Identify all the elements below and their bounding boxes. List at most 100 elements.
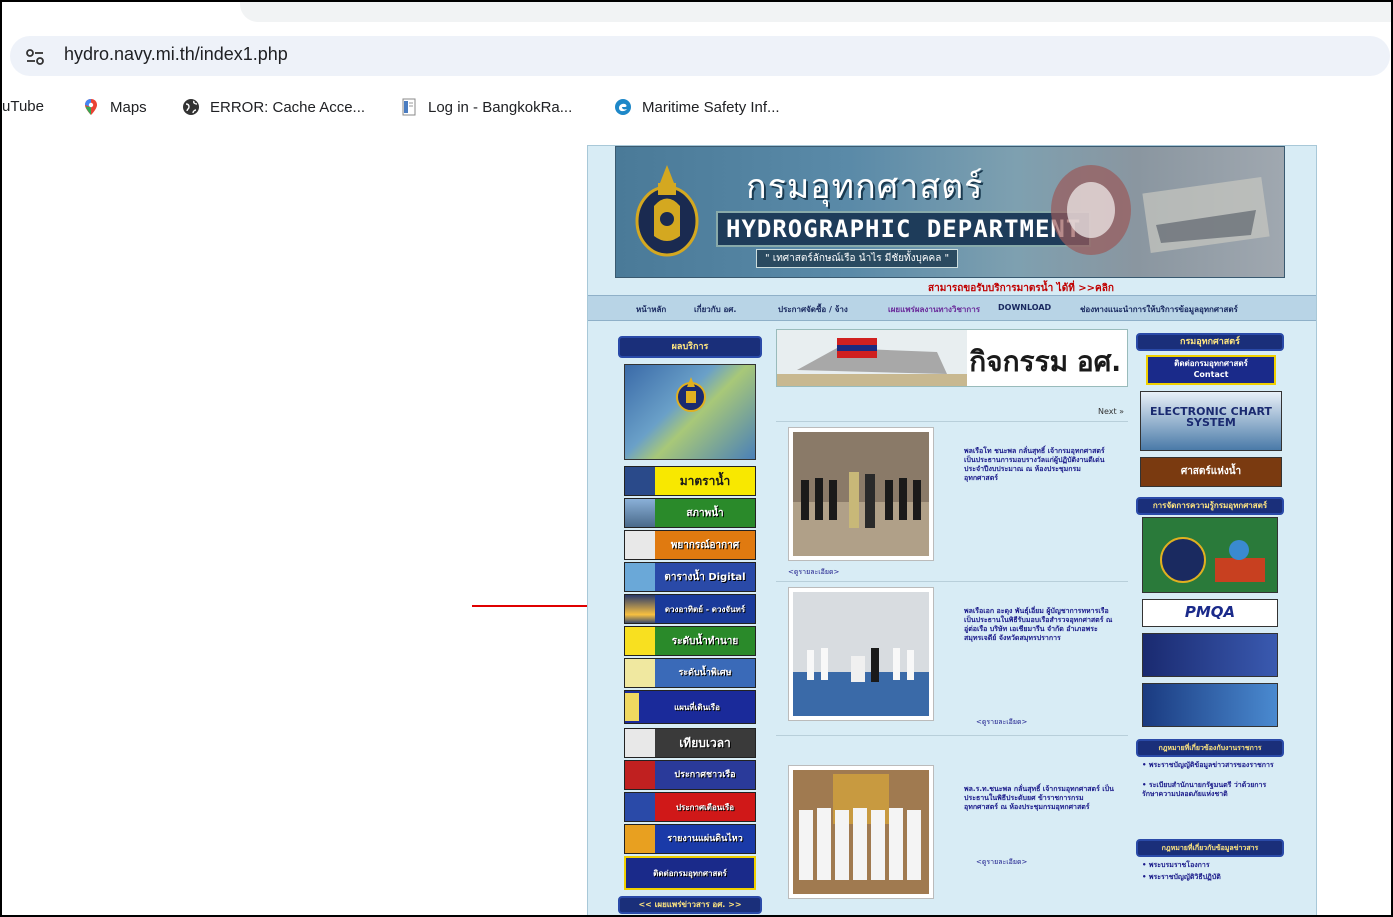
screenshot-frame: hydro.navy.mi.th/index1.php uTube Maps E… [0, 0, 1393, 917]
ship-flag-image [777, 330, 967, 386]
contact-label-en: Contact [1193, 370, 1229, 379]
sidebar-item-sun-moon[interactable]: ดวงอาทิตย์ - ดวงจันทร์ [624, 594, 756, 624]
bookmarks-bar: uTube Maps ERROR: Cache Acce... Log in -… [2, 90, 1391, 128]
sidebar-item-digital-tide-table[interactable]: ตารางน้ำ Digital [624, 562, 756, 592]
info-law-link[interactable]: • พระราชบัญญัติวิธีปฏิบัติ [1142, 873, 1282, 882]
nav-home[interactable]: หน้าหลัก [636, 303, 666, 316]
news-photo[interactable] [788, 427, 934, 561]
water-condition-icon [625, 499, 655, 527]
bookmark-maps[interactable]: Maps [82, 98, 147, 116]
nav-about[interactable]: เกี่ยวกับ อศ. [694, 303, 736, 316]
sidebar-item-label: ติดต่อกรมอุทกศาสตร์ [653, 868, 727, 878]
sidebar-item-contact[interactable]: ติดต่อกรมอุทกศาสตร์ [624, 856, 756, 890]
sidebar-item-earthquake-report[interactable]: รายงานแผ่นดินไหว [624, 824, 756, 854]
nav-download[interactable]: DOWNLOAD [998, 303, 1051, 312]
sidebar-item-time-comparison[interactable]: เทียบเวลา [624, 728, 756, 758]
bookmark-bangkok[interactable]: Log in - BangkokRa... [400, 98, 572, 116]
activities-title: กิจกรรม อศ. [969, 345, 1121, 378]
left-caption: ผลบริการ [618, 336, 762, 358]
law-link[interactable]: • พระราชบัญญัติข้อมูลข่าวสารของราชการ [1142, 761, 1282, 770]
nav-publications[interactable]: เผยแพร่ผลงานทางวิชาการ [888, 303, 980, 316]
sea-area-map-button[interactable] [624, 364, 756, 460]
weather-map-icon [625, 531, 655, 559]
divider [776, 581, 1128, 582]
news-photo[interactable] [788, 765, 934, 899]
sidebar-item-label: รายงานแผ่นดินไหว [667, 833, 743, 844]
bookmark-error-cache[interactable]: ERROR: Cache Acce... [182, 98, 365, 116]
bookmark-label: uTube [2, 98, 44, 115]
address-bar-area: hydro.navy.mi.th/index1.php [2, 22, 1391, 88]
sidebar-item-label: มาตราน้ำ [679, 473, 731, 488]
department-seal-icon [635, 165, 699, 257]
edge-icon [614, 98, 632, 116]
port-banner[interactable] [1142, 683, 1278, 727]
bookmark-label: ERROR: Cache Acce... [210, 98, 366, 116]
news-photo[interactable] [788, 587, 934, 721]
info-laws-caption: กฎหมายที่เกี่ยวกับข้อมูลข่าวสาร [1136, 839, 1284, 857]
bookmark-label: Maritime Safety Inf... [642, 98, 780, 116]
ecs-label: ELECTRONIC CHART SYSTEM [1150, 405, 1272, 429]
sidebar-item-nautical-charts[interactable]: แผนที่เดินเรือ [624, 690, 756, 724]
clock-chart-icon [625, 729, 655, 757]
banner-title-th: กรมอุทกศาสตร์ [746, 167, 984, 207]
earthquake-icon [625, 825, 655, 853]
sidebar-item-label: ระดับน้ำพิเศษ [678, 667, 732, 678]
bookmark-label: Log in - BangkokRa... [428, 98, 573, 116]
electronic-chart-system-button[interactable]: ELECTRONIC CHART SYSTEM [1140, 391, 1282, 451]
site-banner[interactable]: กรมอุทกศาสตร์ HYDROGRAPHIC DEPARTMENT " … [615, 146, 1285, 278]
ceremony-photo-image [793, 592, 929, 716]
news-publish-link[interactable]: << เผยแพร่ข่าวสาร อศ. >> [618, 896, 762, 914]
tide-gauge-icon [625, 467, 655, 495]
notice-icon [625, 761, 655, 789]
news-marquee[interactable]: สามารถขอรับบริการมาตรน้ำ ได้ที่ >>คลิก [928, 281, 1114, 296]
law-link[interactable]: • ระเบียบสำนักนายกรัฐมนตรี ว่าด้วยการรัก… [1142, 781, 1282, 799]
strategy-banner[interactable] [1142, 633, 1278, 677]
nav-service-channel[interactable]: ช่องทางแนะนำการให้บริการข้อมูลอุทกศาสตร์ [1080, 303, 1238, 316]
sidebar-item-navigational-warning[interactable]: ประกาศเตือนเรือ [624, 792, 756, 822]
sidebar-item-tide-gauge[interactable]: มาตราน้ำ [624, 466, 756, 496]
page-icon [400, 98, 418, 116]
chart-book-icon [625, 693, 639, 721]
sidebar-item-weather-forecast[interactable]: พยากรณ์อากาศ [624, 530, 756, 560]
sidebar-item-label: พยากรณ์อากาศ [670, 539, 740, 551]
banner-motto: " เทศาสตร์ลักษณ์เรือ นำไร มีชัยทั้งบุคคล… [756, 249, 959, 268]
sidebar-item-label: ระดับน้ำทำนาย [671, 635, 739, 647]
oceanography-button[interactable]: ศาสตร์แห่งน้ำ [1140, 457, 1282, 487]
knowledge-banner[interactable] [1142, 517, 1278, 593]
pmqa-button[interactable]: PMQA [1142, 599, 1278, 627]
navy-emblem-icon [676, 377, 706, 412]
bookmark-maritime[interactable]: Maritime Safety Inf... [614, 98, 780, 116]
sidebar-item-label: สภาพน้ำ [686, 507, 724, 519]
digital-map-icon [625, 563, 655, 591]
news-text[interactable]: พลเรือโท ชนะพล กลั่นสุทธิ์ เจ้ากรมอุทกศา… [964, 447, 1114, 483]
site-info-icon[interactable] [24, 46, 46, 68]
ceremony-photo-image [793, 432, 929, 556]
sidebar-item-water-condition[interactable]: สภาพน้ำ [624, 498, 756, 528]
sidebar-item-notice-to-mariners[interactable]: ประกาศชาวเรือ [624, 760, 756, 790]
info-law-link[interactable]: • พระบรมราชโองการ [1142, 861, 1282, 870]
sidebar-item-predicted-water-level[interactable]: ระดับน้ำทำนาย [624, 626, 756, 656]
warning-icon [625, 793, 655, 821]
read-more-link[interactable]: <ดูรายละเอียด> [976, 717, 1027, 728]
maps-pin-icon [82, 98, 100, 116]
sidebar-item-special-water-level[interactable]: ระดับน้ำพิเศษ [624, 658, 756, 688]
read-more-link[interactable]: <ดูรายละเอียด> [976, 857, 1027, 868]
next-link[interactable]: Next » [1098, 407, 1124, 416]
activities-banner: กิจกรรม อศ. [776, 329, 1128, 387]
bookmark-youtube[interactable]: uTube [2, 98, 44, 115]
knowledge-caption: การจัดการความรู้กรมอุทกศาสตร์ [1136, 497, 1284, 515]
nav-procurement[interactable]: ประกาศจัดซื้อ / จ้าง [778, 303, 848, 316]
knowledge-seal-icon [1160, 537, 1265, 583]
url-text[interactable]: hydro.navy.mi.th/index1.php [64, 44, 288, 65]
contact-button[interactable]: ติดต่อกรมอุทกศาสตร์ Contact [1146, 355, 1276, 385]
news-text[interactable]: พล.ร.ท.ชนะพล กลั่นสุทธิ์ เจ้ากรมอุทกศาสต… [964, 785, 1114, 812]
main-nav: หน้าหลัก เกี่ยวกับ อศ. ประกาศจัดซื้อ / จ… [588, 295, 1316, 321]
read-more-link[interactable]: <ดูรายละเอียด> [788, 567, 839, 578]
bookmark-label: Maps [110, 98, 147, 116]
news-text[interactable]: พลเรือเอก อะดุง พันธุ์เอี่ยม ผู้บัญชาการ… [964, 607, 1114, 643]
sidebar-item-label: ดวงอาทิตย์ - ดวงจันทร์ [664, 604, 746, 614]
sidebar-item-label: เทียบเวลา [679, 735, 731, 750]
laws-caption: กฎหมายที่เกี่ยวข้องกับงานราชการ [1136, 739, 1284, 757]
group-photo-image [793, 770, 929, 894]
sidebar-item-label: ประกาศเตือนเรือ [675, 802, 735, 812]
